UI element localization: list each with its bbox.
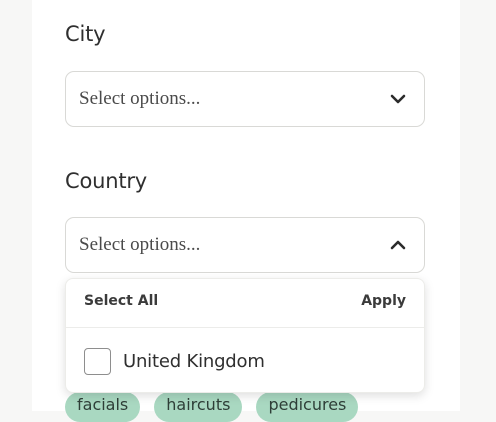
- dropdown-header: Select All Apply: [66, 279, 424, 328]
- country-label: Country: [65, 169, 148, 193]
- country-select-placeholder: Select options...: [79, 234, 201, 255]
- tag-chip[interactable]: facials: [65, 392, 141, 422]
- chevron-up-icon: [388, 235, 408, 255]
- chevron-down-icon: [388, 89, 408, 109]
- city-select[interactable]: Select options...: [65, 71, 425, 127]
- tag-list: facials haircuts pedicures: [65, 392, 359, 422]
- tag-chip[interactable]: haircuts: [154, 392, 243, 422]
- country-select[interactable]: Select options...: [65, 217, 425, 273]
- option-checkbox[interactable]: [84, 347, 111, 375]
- dropdown-option-united-kingdom[interactable]: United Kingdom: [66, 329, 424, 393]
- city-label: City: [65, 22, 106, 46]
- select-all-button[interactable]: Select All: [84, 293, 158, 309]
- apply-button[interactable]: Apply: [361, 293, 406, 309]
- country-dropdown-menu: Select All Apply United Kingdom: [65, 278, 425, 393]
- tag-chip[interactable]: pedicures: [256, 392, 359, 422]
- city-select-placeholder: Select options...: [79, 88, 201, 109]
- option-label: United Kingdom: [123, 350, 265, 372]
